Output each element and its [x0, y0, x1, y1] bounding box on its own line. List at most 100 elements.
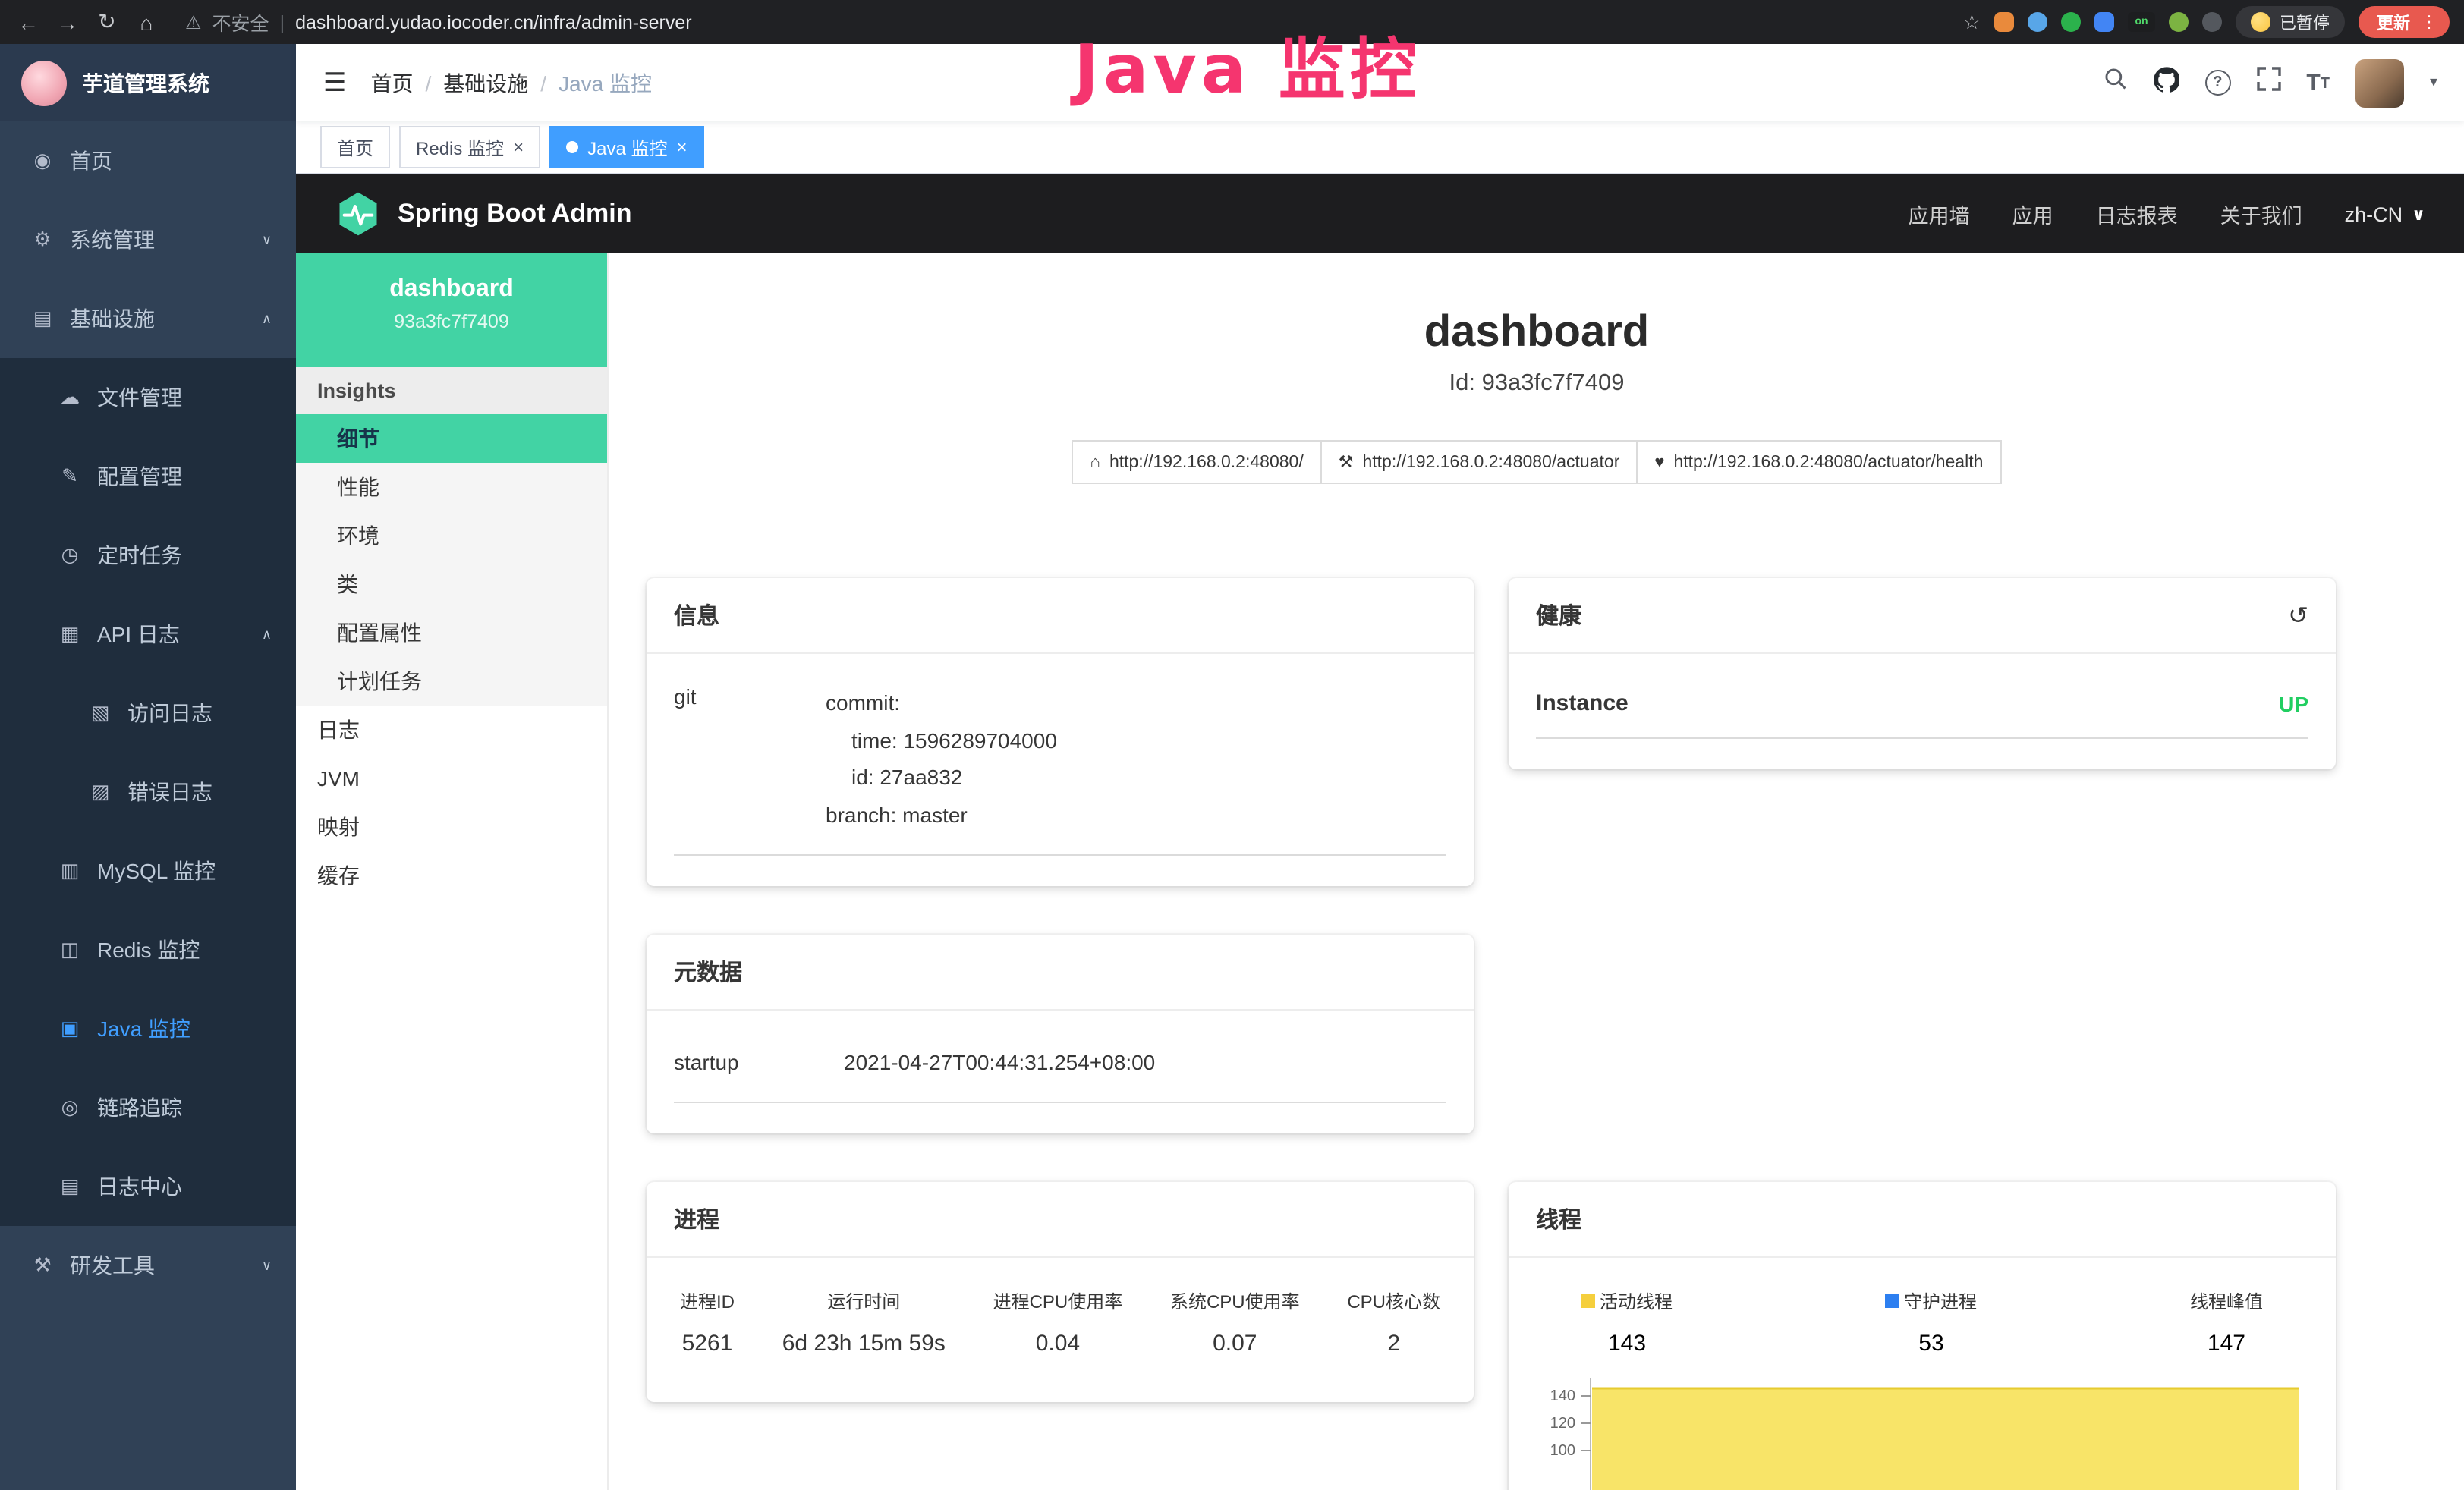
- user-avatar[interactable]: [2355, 58, 2404, 107]
- sba-brand-title[interactable]: Spring Boot Admin: [398, 199, 632, 229]
- sba-instance-id: 93a3fc7f7409: [296, 311, 607, 332]
- close-icon[interactable]: ×: [676, 138, 687, 156]
- chevron-down-icon: ∨: [262, 231, 272, 248]
- health-card-header: 健康 ↺: [1509, 578, 2336, 654]
- extension-icon-drop[interactable]: [2028, 12, 2047, 32]
- sba-locale-value: zh-CN: [2345, 203, 2403, 225]
- extension-icon-leaf[interactable]: [2169, 12, 2189, 32]
- tab-java-monitor[interactable]: Java 监控 ×: [549, 126, 703, 168]
- y-tick-120: 120: [1550, 1415, 1575, 1432]
- sidebar-item-label: 访问日志: [127, 698, 212, 728]
- chevron-up-icon: ∧: [262, 626, 272, 643]
- threads-legend: 活动线程 143 守护进程: [1536, 1276, 2308, 1363]
- browser-menu-icon[interactable]: ⋮: [2421, 12, 2437, 32]
- sidebar-item-file-management[interactable]: ☁ 文件管理: [0, 358, 296, 437]
- actuator-link[interactable]: ⚒ http://192.168.0.2:48080/actuator: [1320, 440, 1638, 484]
- sba-sidebar-item-caches[interactable]: 缓存: [296, 851, 607, 900]
- threads-card-title: 线程: [1509, 1182, 2336, 1258]
- sba-sidebar-item-details[interactable]: 细节: [296, 414, 607, 463]
- search-icon[interactable]: [2103, 67, 2127, 99]
- collapse-sidebar-icon[interactable]: ☰: [323, 68, 347, 98]
- profile-paused-badge[interactable]: 已暂停: [2236, 6, 2345, 38]
- sidebar-item-infrastructure[interactable]: ▤ 基础设施 ∧: [0, 279, 296, 358]
- url-text: dashboard.yudao.iocoder.cn/infra/admin-s…: [295, 11, 692, 33]
- forward-icon[interactable]: →: [55, 10, 80, 34]
- breadcrumb-infrastructure[interactable]: 基础设施: [443, 68, 528, 98]
- sidebar-item-redis-monitor[interactable]: ◫ Redis 监控: [0, 910, 296, 989]
- tools-icon: ⚒: [30, 1253, 55, 1278]
- tab-label: Java 监控: [587, 134, 667, 160]
- sidebar-item-java-monitor[interactable]: ▣ Java 监控: [0, 989, 296, 1068]
- legend-label: 守护进程: [1904, 1288, 1977, 1314]
- sba-nav-about[interactable]: 关于我们: [2220, 199, 2302, 229]
- sba-sidebar-item-mappings[interactable]: 映射: [296, 803, 607, 851]
- fullscreen-icon[interactable]: [2256, 67, 2280, 99]
- sba-nav-wallboard[interactable]: 应用墙: [1909, 199, 1970, 229]
- health-instance-row[interactable]: Instance UP: [1536, 672, 2308, 739]
- sba-instance-header[interactable]: dashboard 93a3fc7f7409: [296, 253, 607, 367]
- sba-locale-select[interactable]: zh-CN ∨: [2345, 203, 2425, 225]
- address-bar[interactable]: ⚠ 不安全 | dashboard.yudao.iocoder.cn/infra…: [185, 8, 692, 36]
- font-size-icon[interactable]: TT: [2306, 71, 2330, 94]
- font-size-large-glyph: T: [2306, 71, 2320, 94]
- sba-nav-applications[interactable]: 应用: [2012, 199, 2053, 229]
- sidebar-item-home[interactable]: ◉ 首页: [0, 121, 296, 200]
- help-icon[interactable]: ?: [2204, 70, 2230, 96]
- sba-nav: 应用墙 应用 日志报表 关于我们 zh-CN ∨: [1909, 199, 2425, 229]
- bookmark-star-icon[interactable]: ☆: [1963, 10, 1981, 34]
- tab-bar: 首页 Redis 监控 × Java 监控 ×: [296, 121, 2464, 174]
- sidebar-item-access-logs[interactable]: ▧ 访问日志: [0, 674, 296, 753]
- extension-icon-blue-grid[interactable]: [2094, 12, 2114, 32]
- sidebar-item-mysql-monitor[interactable]: ▥ MySQL 监控: [0, 831, 296, 910]
- sba-sidebar-item-environment[interactable]: 环境: [296, 511, 607, 560]
- avatar-caret-icon[interactable]: ▾: [2430, 74, 2437, 91]
- sba-sidebar-item-loggers[interactable]: 日志: [296, 706, 607, 754]
- sba-sidebar-item-scheduled-tasks[interactable]: 计划任务: [296, 657, 607, 706]
- profile-avatar-icon: [2251, 12, 2270, 32]
- extension-icon-paw[interactable]: [2202, 12, 2222, 32]
- screen: ← → ↻ ⌂ ⚠ 不安全 | dashboard.yudao.iocoder.…: [0, 0, 2464, 1490]
- home-icon[interactable]: ⌂: [134, 10, 159, 34]
- legend-peak-threads: 线程峰值 147: [2190, 1288, 2263, 1356]
- clock-icon: ◷: [58, 543, 82, 567]
- sba-sidebar-item-jvm[interactable]: JVM: [296, 754, 607, 803]
- sidebar-item-config-management[interactable]: ✎ 配置管理: [0, 437, 296, 516]
- sidebar-item-log-center[interactable]: ▤ 日志中心: [0, 1147, 296, 1226]
- sba-sidebar-item-classes[interactable]: 类: [296, 560, 607, 608]
- history-icon[interactable]: ↺: [2288, 600, 2308, 630]
- document-icon: ▨: [88, 780, 112, 804]
- tab-redis-monitor[interactable]: Redis 监控 ×: [399, 126, 540, 168]
- github-icon[interactable]: [2153, 66, 2179, 99]
- sidebar-item-system-management[interactable]: ⚙ 系统管理 ∨: [0, 200, 296, 279]
- sidebar-item-trace[interactable]: ◎ 链路追踪: [0, 1068, 296, 1147]
- extension-icon-on-badge[interactable]: on: [2128, 12, 2155, 32]
- extension-icon-green-check[interactable]: [2061, 12, 2081, 32]
- sidebar-item-error-logs[interactable]: ▨ 错误日志: [0, 753, 296, 831]
- sidebar-item-dev-tools[interactable]: ⚒ 研发工具 ∨: [0, 1226, 296, 1305]
- sidebar-item-scheduled-jobs[interactable]: ◷ 定时任务: [0, 516, 296, 595]
- sba-sidebar-item-metrics[interactable]: 性能: [296, 463, 607, 511]
- git-branch: branch: master: [826, 796, 1057, 833]
- sba-nav-journal[interactable]: 日志报表: [2096, 199, 2178, 229]
- instance-id-line: Id: 93a3fc7f7409: [609, 370, 2464, 398]
- reload-icon[interactable]: ↻: [94, 9, 120, 35]
- extension-icon-fox[interactable]: [1994, 12, 2014, 32]
- back-icon[interactable]: ←: [15, 10, 41, 34]
- sidebar-item-api-logs[interactable]: ▦ API 日志 ∧: [0, 595, 296, 674]
- legend-swatch-blue: [1886, 1294, 1899, 1308]
- sidebar-item-label: 研发工具: [70, 1250, 155, 1281]
- sba-sidebar-item-configprops[interactable]: 配置属性: [296, 608, 607, 657]
- close-icon[interactable]: ×: [513, 138, 524, 156]
- legend-label: 线程峰值: [2190, 1288, 2263, 1314]
- breadcrumb-separator: /: [426, 71, 432, 95]
- breadcrumb-home[interactable]: 首页: [371, 68, 414, 98]
- stat-pid: 进程ID 5261: [680, 1288, 735, 1356]
- sba-sidebar-group-insights[interactable]: Insights: [296, 367, 607, 414]
- browser-update-button[interactable]: 更新 ⋮: [2359, 6, 2450, 38]
- tab-home[interactable]: 首页: [320, 126, 390, 168]
- instance-home-link[interactable]: ⌂ http://192.168.0.2:48080/: [1072, 440, 1322, 484]
- y-tick-100: 100: [1550, 1442, 1575, 1459]
- git-commit-time: time: 1596289704000: [826, 721, 1057, 759]
- health-link[interactable]: ♥ http://192.168.0.2:48080/actuator/heal…: [1636, 440, 2001, 484]
- app-logo-row[interactable]: 芋道管理系统: [0, 44, 296, 121]
